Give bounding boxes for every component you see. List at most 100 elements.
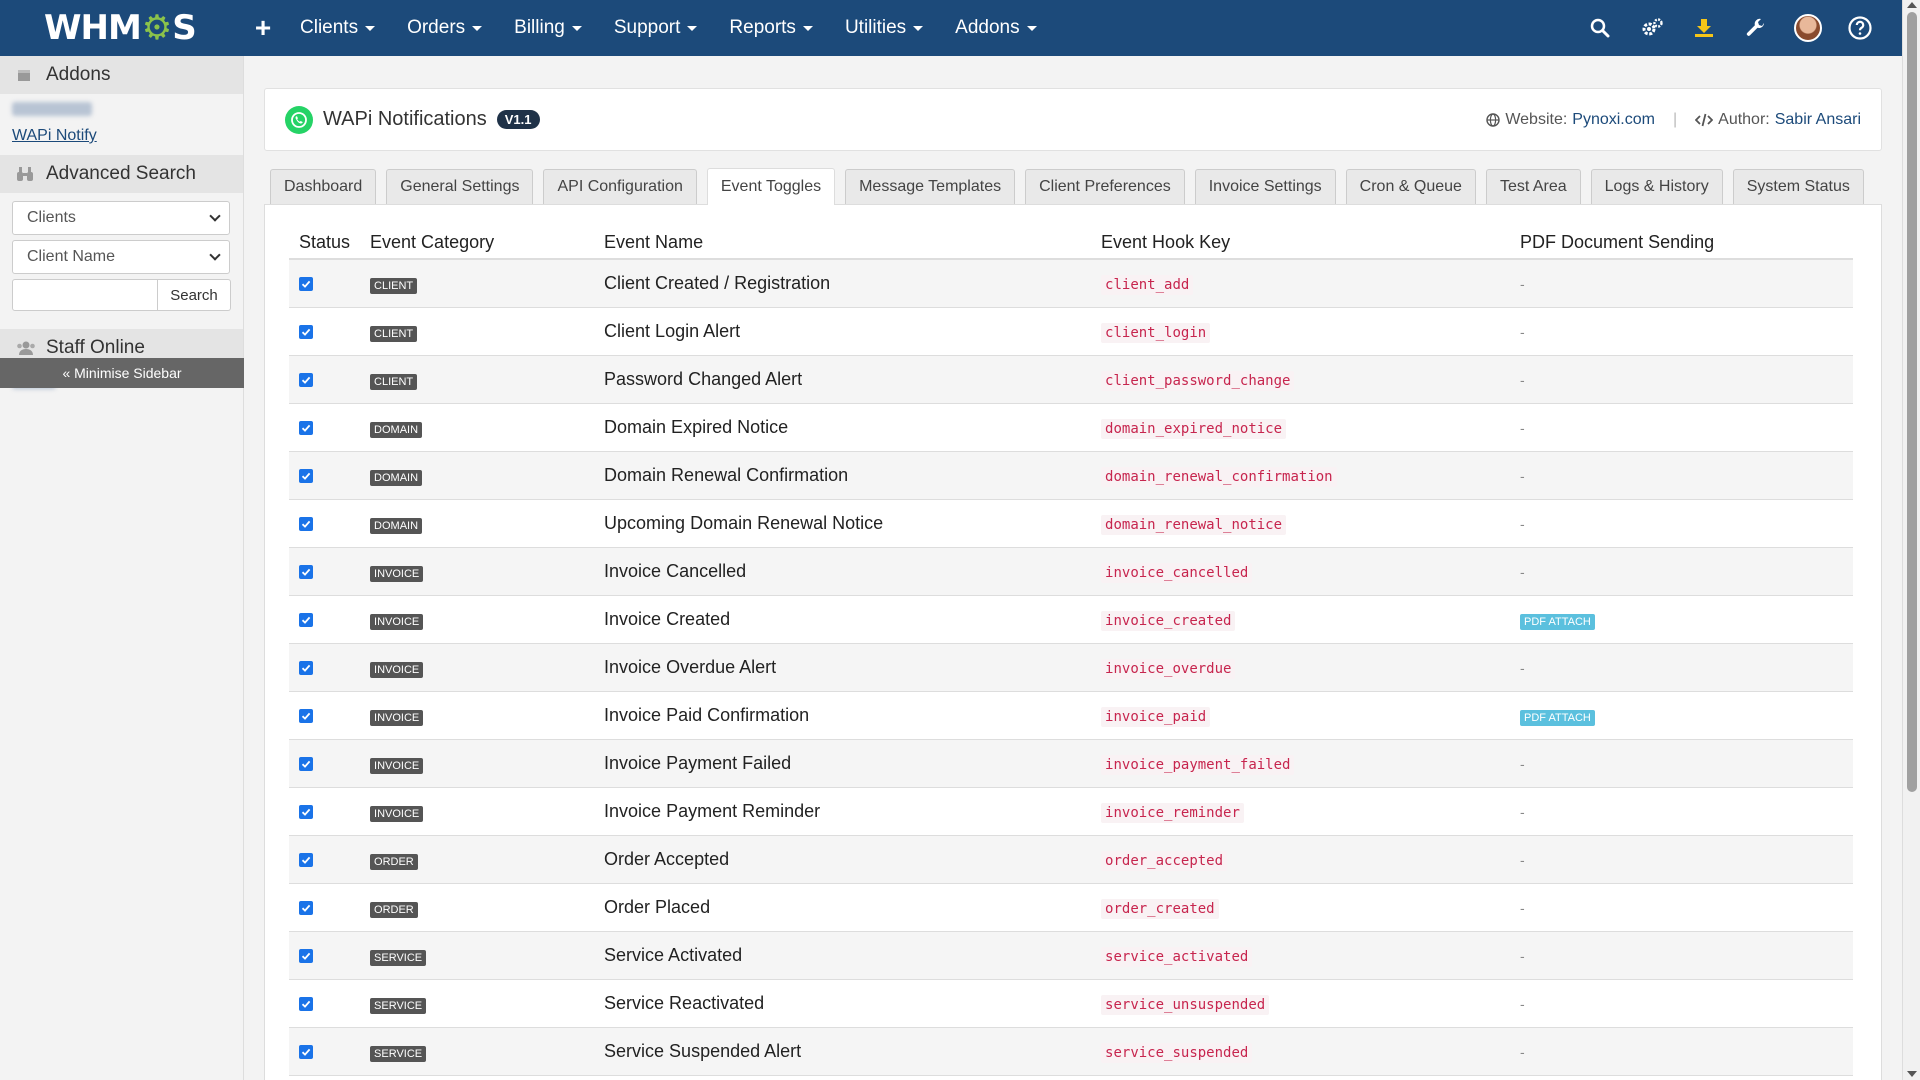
user-avatar[interactable] (1782, 0, 1834, 56)
minimise-sidebar-button[interactable]: « Minimise Sidebar (0, 358, 244, 388)
scrollbar-thumb[interactable] (1907, 12, 1917, 792)
status-checkbox[interactable] (299, 900, 313, 915)
hook-key-code: invoice_payment_failed (1101, 754, 1295, 775)
add-new-button[interactable]: + (242, 12, 284, 44)
category-badge: DOMAIN (370, 421, 423, 438)
category-badge: INVOICE (370, 565, 424, 582)
page-scrollbar[interactable] (1902, 0, 1920, 1080)
status-checkbox[interactable] (299, 708, 313, 723)
pdf-none: - (1520, 323, 1525, 340)
search-input[interactable] (12, 279, 158, 311)
scroll-up-arrow-icon[interactable] (1907, 2, 1917, 8)
search-icon[interactable] (1574, 0, 1626, 56)
tab-api-configuration[interactable]: API Configuration (543, 169, 697, 204)
pdf-none: - (1520, 899, 1525, 916)
table-row: DOMAIN Upcoming Domain Renewal Notice doma… (289, 499, 1853, 548)
module-meta: Website: Pynoxi.com | Author: Sabir Ansa… (1486, 111, 1861, 129)
status-checkbox[interactable] (299, 276, 313, 291)
website-label: Website: (1505, 110, 1568, 128)
status-checkbox[interactable] (299, 660, 313, 675)
module-header: WAPi Notifications V1.1 Website: Pynoxi.… (264, 88, 1882, 151)
hook-key-code: domain_renewal_confirmation (1101, 466, 1337, 487)
menu-reports[interactable]: Reports (713, 0, 829, 56)
status-cell (289, 355, 361, 404)
status-checkbox[interactable] (299, 756, 313, 771)
advanced-search-title: Advanced Search (46, 163, 196, 184)
caret-down-icon (365, 25, 376, 31)
whmcs-logo[interactable]: WHM ⚙ S (0, 0, 220, 56)
event-name-cell: Service Suspended Alert (594, 1027, 1092, 1076)
status-checkbox[interactable] (299, 516, 313, 531)
settings-icon[interactable] (1626, 0, 1678, 56)
author-label: Author: (1718, 110, 1770, 128)
status-checkbox[interactable] (299, 948, 313, 963)
help-icon[interactable] (1834, 0, 1886, 56)
table-row: INVOICE Invoice Paid Confirmation invoice_… (289, 691, 1853, 740)
pdf-none: - (1520, 995, 1525, 1012)
checkmark-icon (301, 472, 311, 480)
blurred-addon-link[interactable] (12, 102, 92, 116)
status-checkbox[interactable] (299, 804, 313, 819)
status-checkbox[interactable] (299, 852, 313, 867)
event-name-cell: Invoice Created (594, 595, 1092, 644)
wrench-icon[interactable] (1730, 0, 1782, 56)
tab-client-preferences[interactable]: Client Preferences (1025, 169, 1185, 204)
menu-addons[interactable]: Addons (939, 0, 1052, 56)
status-checkbox[interactable] (299, 420, 313, 435)
search-type-select[interactable]: Clients (12, 201, 230, 235)
scroll-down-arrow-icon[interactable] (1907, 1071, 1917, 1077)
category-badge: INVOICE (370, 805, 424, 822)
pdf-cell: - (1510, 451, 1853, 500)
checkmark-icon (301, 952, 311, 960)
hook-key-cell: service_unsuspended (1091, 979, 1511, 1028)
table-row: CLIENT Client Created / Registration clien… (289, 259, 1853, 308)
category-cell: INVOICE (360, 643, 595, 692)
menu-clients[interactable]: Clients (284, 0, 391, 56)
pdf-cell: - (1510, 499, 1853, 548)
table-row: INVOICE Invoice Created invoice_created PDF… (289, 595, 1853, 644)
hook-key-code: client_login (1101, 322, 1211, 343)
tab-message-templates[interactable]: Message Templates (845, 169, 1016, 204)
category-cell: CLIENT (360, 307, 595, 356)
download-icon[interactable] (1678, 0, 1730, 56)
category-badge: INVOICE (370, 661, 424, 678)
status-checkbox[interactable] (299, 564, 313, 579)
checkmark-icon (301, 856, 311, 864)
tab-test-area[interactable]: Test Area (1485, 169, 1581, 204)
menu-utilities[interactable]: Utilities (829, 0, 939, 56)
event-toggles-panel: Status Event Category Event Name Event H… (264, 205, 1882, 1080)
event-name-cell: Domain Expired Notice (594, 403, 1092, 452)
addon-link-wapi-notify[interactable]: WAPi Notify (12, 127, 231, 145)
tab-dashboard[interactable]: Dashboard (270, 169, 377, 204)
status-checkbox[interactable] (299, 372, 313, 387)
status-checkbox[interactable] (299, 468, 313, 483)
addons-title: Addons (46, 64, 111, 85)
event-name-cell: Client Created / Registration (594, 259, 1092, 308)
table-row: INVOICE Invoice Payment Failed invoice_pay… (289, 739, 1853, 788)
tab-event-toggles[interactable]: Event Toggles (706, 168, 836, 205)
tab-cron-queue[interactable]: Cron & Queue (1345, 169, 1476, 204)
event-name-cell: Password Changed Alert (594, 355, 1092, 404)
author-link[interactable]: Sabir Ansari (1775, 111, 1861, 129)
status-checkbox[interactable] (299, 996, 313, 1011)
tab-invoice-settings[interactable]: Invoice Settings (1194, 169, 1336, 204)
search-field-select[interactable]: Client Name (12, 240, 230, 274)
category-cell: DOMAIN (360, 451, 595, 500)
tab-system-status[interactable]: System Status (1732, 169, 1864, 204)
avatar (1794, 14, 1822, 42)
event-name-cell: Invoice Cancelled (594, 547, 1092, 596)
tab-logs-history[interactable]: Logs & History (1590, 169, 1723, 204)
website-link[interactable]: Pynoxi.com (1572, 111, 1655, 129)
search-button[interactable]: Search (158, 279, 231, 311)
status-checkbox[interactable] (299, 1044, 313, 1059)
menu-support[interactable]: Support (598, 0, 714, 56)
menu-billing[interactable]: Billing (498, 0, 598, 56)
menu-orders[interactable]: Orders (391, 0, 498, 56)
status-checkbox[interactable] (299, 612, 313, 627)
status-cell (289, 787, 361, 836)
status-checkbox[interactable] (299, 324, 313, 339)
table-row: DOMAIN Domain Expired Notice domain_expire… (289, 403, 1853, 452)
tab-general-settings[interactable]: General Settings (386, 169, 534, 204)
category-badge: CLIENT (370, 277, 418, 294)
hook-key-code: service_unsuspended (1101, 994, 1270, 1015)
